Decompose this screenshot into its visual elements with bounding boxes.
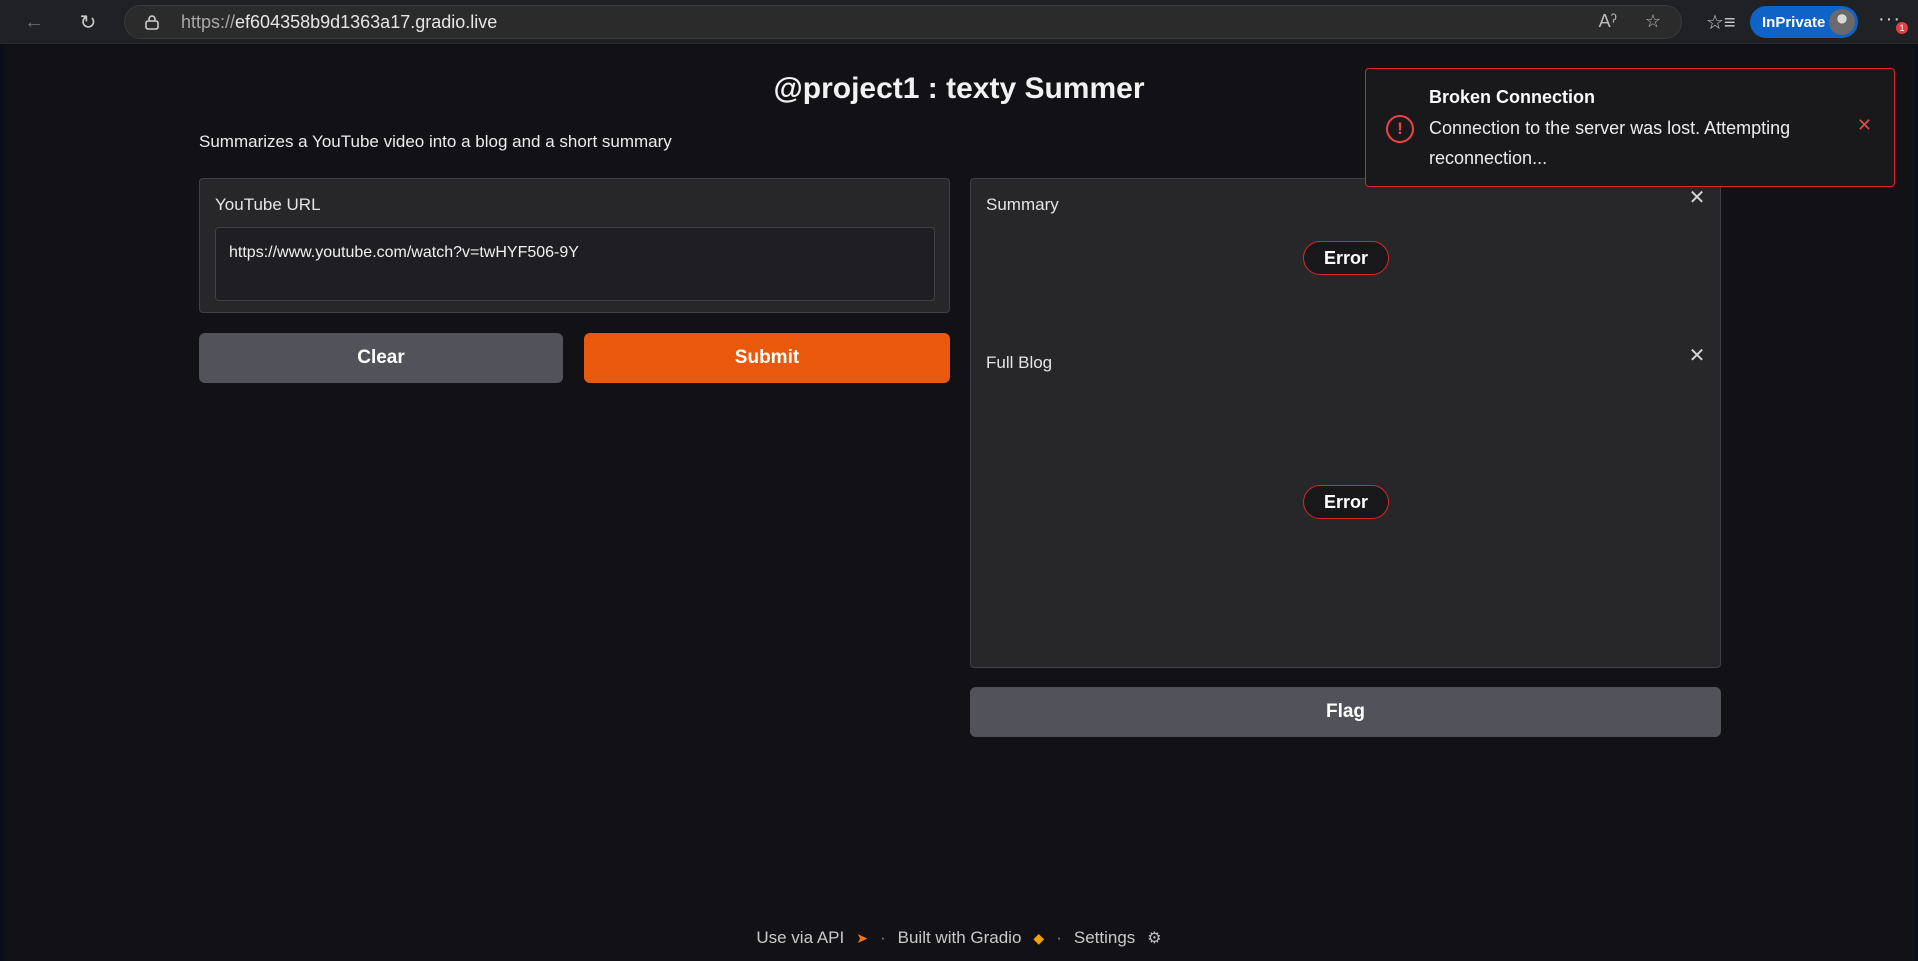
profile-avatar (1829, 9, 1855, 35)
inprivate-button[interactable]: InPrivate (1750, 6, 1858, 38)
toast-title: Broken Connection (1429, 87, 1596, 107)
reload-icon[interactable]: ↻ (72, 7, 104, 37)
full-blog-close-icon[interactable]: ✕ (1688, 346, 1706, 366)
favorites-icon[interactable]: ☆≡ (1706, 10, 1736, 35)
address-url: https://ef604358b9d1363a17.gradio.live (181, 12, 497, 33)
submit-button[interactable]: Submit (584, 333, 950, 383)
page-description: Summarizes a YouTube video into a blog a… (199, 132, 672, 151)
toast-message: Connection to the server was lost. Attem… (1429, 118, 1791, 168)
url-scheme: https:// (181, 11, 236, 32)
alert-circle-icon: ! (1386, 115, 1414, 143)
footer-separator: · (1056, 928, 1062, 947)
gradio-logo-icon: ◆ (1033, 929, 1045, 946)
read-aloud-icon[interactable]: Aˀ (1599, 11, 1617, 32)
clear-button[interactable]: Clear (199, 333, 563, 383)
youtube-url-label: YouTube URL (215, 195, 321, 214)
footer-separator: · (879, 928, 886, 947)
built-with-gradio-link[interactable]: Built with Gradio (898, 928, 1022, 948)
notification-badge: 1 (1896, 22, 1908, 34)
inprivate-label: InPrivate (1762, 13, 1826, 31)
lock-icon[interactable] (145, 14, 159, 30)
error-toast: ! Broken Connection Connection to the se… (1365, 68, 1895, 187)
toast-close-icon[interactable]: ✕ (1857, 115, 1872, 136)
browser-toolbar: ← ↻ https://ef604358b9d1363a17.gradio.li… (0, 0, 1918, 44)
address-bar[interactable]: https://ef604358b9d1363a17.gradio.live A… (124, 5, 1682, 39)
youtube-url-block: YouTube URL https://www.youtube.com/watc… (199, 178, 950, 313)
favorite-star-icon[interactable]: ☆ (1645, 11, 1661, 32)
summary-label: Summary (986, 195, 1059, 214)
use-via-api-link[interactable]: Use via API (756, 928, 844, 948)
settings-link[interactable]: Settings (1074, 928, 1135, 948)
output-panel: Summary ✕ Error Full Blog ✕ Error (970, 178, 1721, 668)
gear-icon[interactable]: ⚙ (1147, 928, 1161, 948)
full-blog-error-badge: Error (1303, 485, 1389, 519)
summary-error-badge: Error (1303, 241, 1389, 275)
footer: Use via API ➤ · Built with Gradio ◆ · Se… (4, 928, 1914, 948)
back-arrow-icon[interactable]: ← (18, 7, 50, 37)
youtube-url-input[interactable]: https://www.youtube.com/watch?v=twHYF506… (215, 227, 935, 301)
flag-button[interactable]: Flag (970, 687, 1721, 737)
full-blog-label: Full Blog (986, 353, 1053, 372)
summary-close-icon[interactable]: ✕ (1688, 188, 1706, 208)
url-host: ef604358b9d1363a17.gradio.live (235, 11, 498, 32)
rocket-icon: ➤ (856, 929, 868, 946)
